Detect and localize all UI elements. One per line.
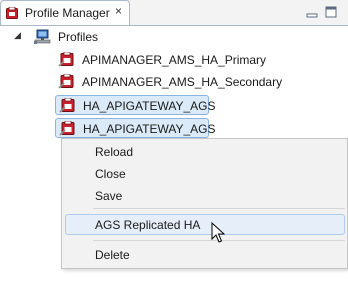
tab-divider (0, 25, 348, 26)
tab-title: Profile Manager (25, 6, 110, 20)
profile-icon (59, 98, 75, 113)
profile-icon (58, 52, 74, 67)
context-menu: Reload Close Save AGS Replicated HA Dele… (61, 138, 348, 269)
tree-item-label: HA_APIGATEWAY_AGS (83, 122, 216, 136)
profile-icon (58, 74, 74, 89)
tree-item-profile[interactable]: APIMANAGER_AMS_HA_Primary (55, 50, 267, 70)
minimize-icon[interactable] (305, 5, 319, 19)
menu-item-delete[interactable]: Delete (62, 244, 347, 264)
menu-item-save[interactable]: Save (62, 185, 347, 205)
menu-separator (93, 208, 345, 209)
menu-item-reload[interactable]: Reload (62, 141, 347, 161)
menu-item-label: Save (95, 189, 123, 203)
tree-item-label: APIMANAGER_AMS_HA_Primary (82, 53, 267, 67)
tab-close-icon[interactable]: × (115, 4, 122, 18)
tree-item-profile-selected[interactable]: HA_APIGATEWAY_AGS (55, 95, 215, 115)
tree-root-profiles[interactable]: Profiles (58, 30, 98, 44)
menu-item-close[interactable]: Close (62, 163, 347, 183)
menu-item-label: Close (95, 167, 126, 181)
tree-item-profile[interactable]: APIMANAGER_AMS_HA_Secondary (55, 72, 295, 92)
maximize-icon[interactable] (324, 5, 338, 19)
profile-icon (59, 121, 75, 136)
tree-item-label: APIMANAGER_AMS_HA_Secondary (82, 75, 283, 89)
menu-item-label: Reload (95, 145, 134, 159)
menu-item-label: AGS Replicated HA (95, 218, 201, 232)
mouse-pointer-icon (211, 222, 225, 243)
view-tab-bar: Profile Manager × (0, 0, 348, 26)
profile-manager-icon (6, 7, 18, 19)
menu-item-label: Delete (95, 248, 130, 262)
menu-item-ags-replicated-ha[interactable]: AGS Replicated HA (65, 214, 345, 235)
tree-item-profile-selected[interactable]: HA_APIGATEWAY_AGS (55, 118, 215, 138)
tree-expand-arrow-icon[interactable]: ◢ (14, 30, 21, 41)
computer-network-icon (34, 29, 51, 44)
profile-manager-tab[interactable]: Profile Manager × (0, 0, 130, 25)
tree-item-label: HA_APIGATEWAY_AGS (83, 99, 216, 113)
